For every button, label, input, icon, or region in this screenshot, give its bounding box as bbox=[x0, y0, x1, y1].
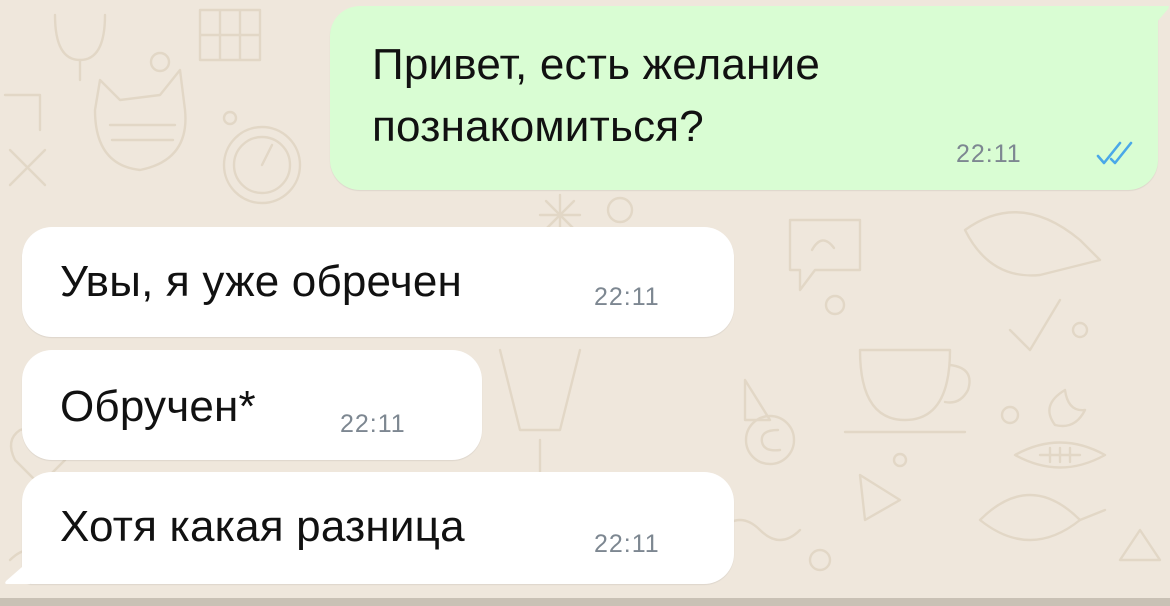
coin-doodle-icon bbox=[744, 414, 796, 466]
message-timestamp: 22:11 bbox=[594, 283, 660, 311]
message-text: Обручен* bbox=[60, 382, 256, 431]
incoming-message-bubble[interactable]: Увы, я уже обречен 22:11 bbox=[22, 227, 734, 337]
check-doodle-icon bbox=[1008, 298, 1062, 352]
message-text: Привет, есть желание познакомиться? bbox=[372, 34, 820, 158]
football-doodle-icon bbox=[1013, 441, 1107, 469]
incoming-message-bubble[interactable]: Обручен* 22:11 bbox=[22, 350, 482, 460]
outgoing-bubble-tail bbox=[1150, 6, 1169, 30]
message-text: Хотя какая разница bbox=[60, 502, 465, 551]
cap-doodle-icon bbox=[963, 211, 1102, 277]
message-timestamp: 22:11 bbox=[956, 140, 1022, 168]
clock-doodle-icon bbox=[222, 125, 302, 205]
double-check-icon bbox=[1096, 141, 1133, 165]
message-line: Привет, есть желание bbox=[372, 40, 820, 89]
message-text: Увы, я уже обречен bbox=[60, 257, 463, 306]
incoming-bubble-tail bbox=[5, 560, 30, 584]
message-timestamp: 22:11 bbox=[340, 410, 406, 438]
speech-doodle-icon bbox=[788, 218, 862, 292]
triangle-doodle-icon bbox=[858, 473, 1162, 562]
incoming-message-bubble[interactable]: Хотя какая разница 22:11 bbox=[22, 472, 734, 584]
grid-doodle-icon bbox=[198, 8, 262, 62]
outgoing-message-bubble[interactable]: Привет, есть желание познакомиться? 22:1… bbox=[330, 6, 1158, 190]
turtle-doodle-icon bbox=[978, 493, 1107, 542]
chat-view[interactable]: Привет, есть желание познакомиться? 22:1… bbox=[0, 0, 1170, 606]
message-line: познакомиться? bbox=[372, 102, 704, 151]
bottom-edge-bar bbox=[0, 598, 1170, 606]
microphone-doodle-icon bbox=[53, 13, 107, 82]
cross-doodle-icon bbox=[3, 93, 47, 187]
cat-doodle-icon bbox=[93, 68, 187, 172]
message-timestamp: 22:11 bbox=[594, 530, 660, 558]
cup-doodle-icon bbox=[843, 348, 971, 434]
moon-doodle-icon bbox=[1048, 388, 1087, 428]
